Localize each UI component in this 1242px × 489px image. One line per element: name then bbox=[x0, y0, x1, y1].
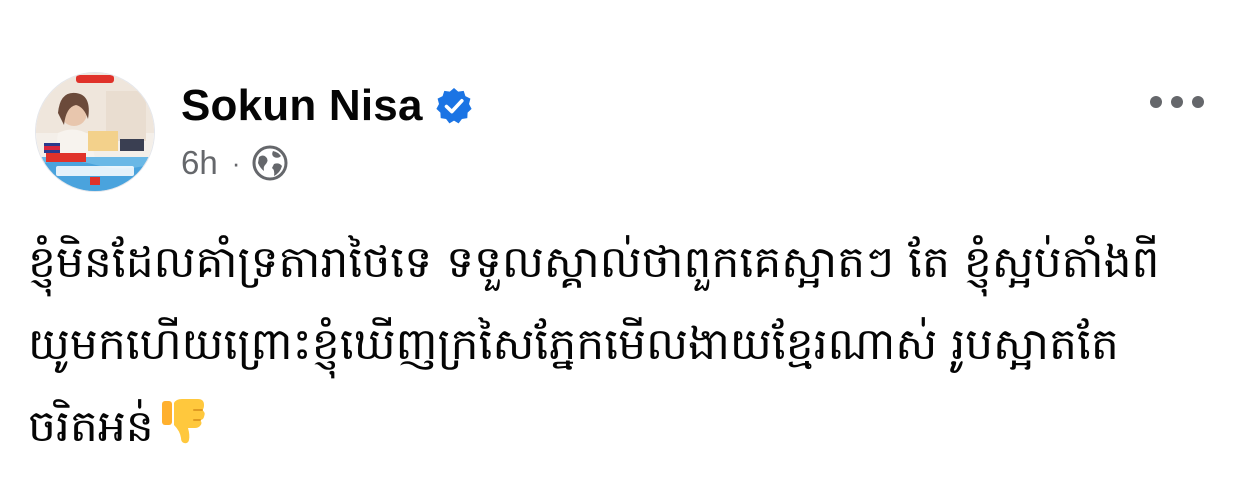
post-meta: 6h · bbox=[181, 143, 288, 183]
post-time[interactable]: 6h bbox=[181, 143, 218, 183]
globe-icon[interactable] bbox=[252, 145, 288, 181]
author-row: Sokun Nisa bbox=[181, 78, 473, 134]
more-dot bbox=[1171, 96, 1183, 108]
profile-photo bbox=[36, 73, 154, 191]
more-options-icon[interactable] bbox=[1150, 88, 1204, 116]
meta-separator: · bbox=[231, 147, 241, 178]
thumbs-down-emoji bbox=[158, 392, 210, 444]
post-text-line: ខ្ញុំមិនដែលគាំទ្រតារាថៃទេ ទទួលស្គាល់ថាពួ… bbox=[28, 237, 1160, 288]
post-text-line: ចរិតអន់ bbox=[28, 401, 154, 452]
post-body: ខ្ញុំមិនដែលគាំទ្រតារាថៃទេ ទទួលស្គាល់ថាពួ… bbox=[28, 222, 1228, 468]
verified-badge-icon bbox=[435, 87, 473, 125]
more-dot bbox=[1192, 96, 1204, 108]
avatar[interactable] bbox=[36, 73, 154, 191]
post-text-line-last: ចរិតអន់ bbox=[28, 386, 1228, 468]
post-text-line: យូមកហើយព្រោះខ្ញុំឃើញក្រសៃភ្នែកមើលងាយខ្មែ… bbox=[28, 319, 1119, 370]
author-name[interactable]: Sokun Nisa bbox=[181, 78, 423, 134]
more-dot bbox=[1150, 96, 1162, 108]
